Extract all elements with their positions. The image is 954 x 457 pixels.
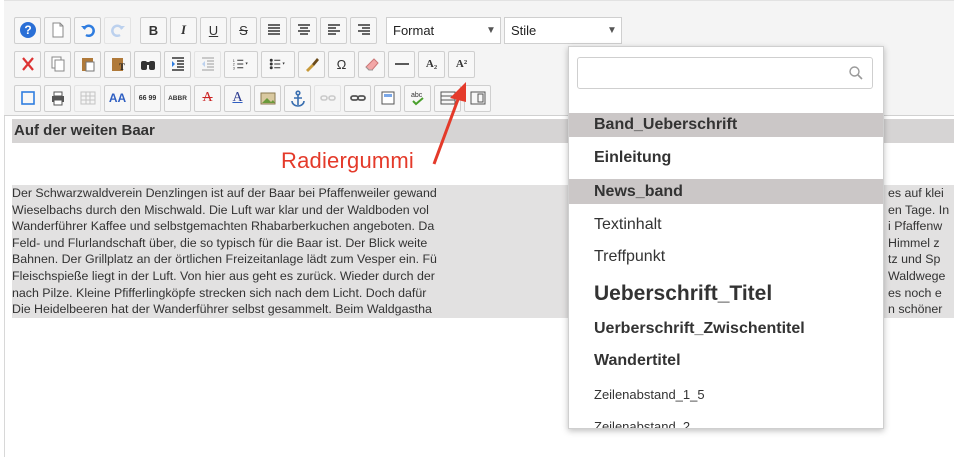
maximize-icon[interactable] (14, 84, 41, 112)
svg-text:T: T (119, 62, 125, 72)
paragraph-fragment: en Tage. In (888, 202, 950, 217)
eraser-icon[interactable] (358, 50, 385, 78)
style-option[interactable]: Einleitung (569, 145, 883, 171)
annotation-arrow-icon (432, 82, 466, 165)
subscript-icon: A₂ (425, 58, 438, 70)
font-size-icon: AA (108, 91, 127, 105)
style-option[interactable]: News_band (569, 179, 883, 204)
style-search-input[interactable] (577, 57, 873, 89)
format-select[interactable]: Format ▼ (386, 16, 501, 44)
special-char-icon: Ω (336, 56, 347, 72)
align-center-icon[interactable] (290, 16, 317, 44)
style-option[interactable]: Textinhalt (569, 211, 883, 239)
paragraph-fragment: n schöner (888, 302, 943, 317)
strikeout-icon: A (202, 90, 213, 105)
image-icon[interactable] (254, 84, 281, 112)
strikeout-button[interactable]: A (194, 84, 221, 112)
chevron-down-icon: ▼ (486, 24, 496, 36)
paste-text-icon[interactable]: T (104, 50, 131, 78)
abbr-icon: ABBR (168, 94, 187, 102)
style-select-value: Stile (511, 22, 537, 38)
table-icon[interactable] (74, 84, 101, 112)
paragraph-right-fragments: es auf klei en Tage. In i Pfaffenw Himme… (888, 185, 954, 318)
help-icon[interactable]: ? (14, 16, 41, 44)
print-icon[interactable] (44, 84, 71, 112)
strikethrough-button[interactable]: S (230, 16, 257, 44)
chevron-down-icon: ▼ (607, 24, 617, 36)
indent-icon[interactable] (164, 50, 191, 78)
cut-icon[interactable] (14, 50, 41, 78)
svg-text:?: ? (24, 23, 31, 37)
style-dropdown-panel: Band_Ueberschrift Einleitung News_band T… (568, 46, 884, 429)
paragraph-fragment: es noch e (888, 285, 942, 300)
style-option[interactable]: Wandertitel (569, 347, 883, 375)
quote-icon: 66 99 (138, 94, 157, 102)
bold-button[interactable]: B (140, 16, 167, 44)
unlink-icon[interactable] (314, 84, 341, 112)
paste-icon[interactable] (74, 50, 101, 78)
italic-icon: I (180, 22, 187, 37)
find-icon[interactable] (134, 50, 161, 78)
annotation-label: Radiergummi (281, 148, 415, 173)
redo-icon[interactable] (104, 16, 131, 44)
svg-text:3: 3 (233, 66, 235, 70)
align-right-icon[interactable] (350, 16, 377, 44)
layout-icon[interactable] (374, 84, 401, 112)
quote-button[interactable]: 66 99 (134, 84, 161, 112)
style-option[interactable]: Uerberschrift_Zwischentitel (569, 315, 883, 343)
undo-icon[interactable] (74, 16, 101, 44)
toolbar-row-2: T 123 Ω A₂ A² (14, 49, 478, 79)
superscript-button[interactable]: A² (448, 50, 475, 78)
new-page-icon[interactable] (44, 16, 71, 44)
anchor-icon[interactable] (284, 84, 311, 112)
style-option[interactable]: Ueberschrift_Titel (569, 277, 883, 311)
style-option[interactable]: Treffpunkt (569, 243, 883, 271)
format-select-value: Format (393, 22, 435, 38)
font-size-button[interactable]: AA (104, 84, 131, 112)
numbered-list-icon[interactable]: 123 (224, 50, 258, 78)
text-color-icon: A (232, 90, 243, 105)
paragraph-fragment: Himmel z (888, 235, 940, 250)
style-option[interactable]: Zeilenabstand_1_5 (569, 383, 883, 407)
paragraph-fragment: i Pfaffenw (888, 219, 943, 234)
underline-icon: U (208, 22, 219, 38)
subscript-button[interactable]: A₂ (418, 50, 445, 78)
paragraph-fragment: Waldwege (888, 268, 946, 283)
paragraph-fragment: tz und Sp (888, 252, 941, 267)
format-painter-icon[interactable] (298, 50, 325, 78)
align-left-icon[interactable] (320, 16, 347, 44)
underline-button[interactable]: U (200, 16, 227, 44)
paragraph-fragment: es auf klei (888, 186, 944, 200)
text-color-button[interactable]: A (224, 84, 251, 112)
abbr-button[interactable]: ABBR (164, 84, 191, 112)
link-icon[interactable] (344, 84, 371, 112)
style-select[interactable]: Stile ▼ (504, 16, 622, 44)
toolbar-row-1: ? B I U S Format ▼ Stile ▼ (14, 15, 625, 45)
style-option[interactable]: Band_Ueberschrift (569, 113, 883, 137)
bold-icon: B (148, 22, 159, 38)
superscript-icon: A² (455, 58, 468, 70)
strikethrough-icon: S (239, 22, 248, 38)
style-option[interactable]: Zeilenabstand_2 (569, 415, 883, 428)
horizontal-rule-icon[interactable] (388, 50, 415, 78)
copy-icon[interactable] (44, 50, 71, 78)
justify-full-icon[interactable] (260, 16, 287, 44)
italic-button[interactable]: I (170, 16, 197, 44)
special-char-button[interactable]: Ω (328, 50, 355, 78)
search-icon (849, 66, 863, 80)
outdent-icon[interactable] (194, 50, 221, 78)
bulleted-list-icon[interactable] (261, 50, 295, 78)
